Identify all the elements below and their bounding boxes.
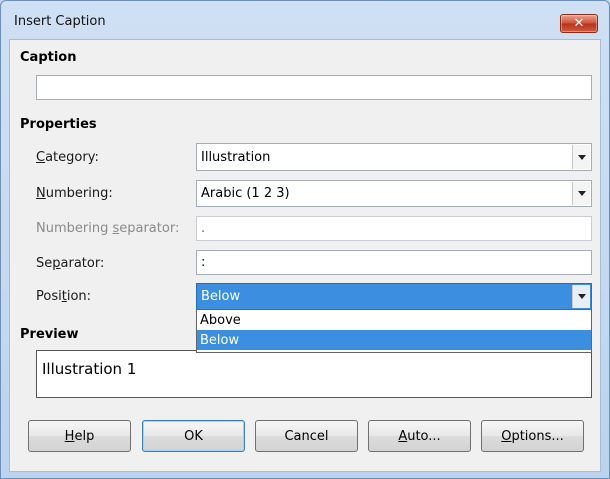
options-label-post: ptions... bbox=[511, 428, 564, 444]
numbering-separator-value: . bbox=[201, 221, 206, 236]
numbering-dropdown-button[interactable] bbox=[572, 182, 590, 205]
separator-label-key: p bbox=[52, 256, 61, 271]
chevron-down-icon bbox=[577, 294, 586, 299]
numbering-separator-label: Numbering separator: bbox=[36, 221, 179, 236]
ok-button[interactable]: OK bbox=[142, 420, 245, 452]
category-combo[interactable]: Illustration bbox=[196, 143, 592, 171]
category-label-post: ategory: bbox=[45, 150, 99, 165]
caption-heading: Caption bbox=[20, 50, 77, 65]
position-label-pre: Posi bbox=[36, 289, 62, 304]
preview-heading: Preview bbox=[20, 327, 79, 342]
cancel-button[interactable]: Cancel bbox=[255, 420, 358, 452]
numbering-label-key: N bbox=[36, 186, 46, 201]
position-option-above[interactable]: Above bbox=[197, 310, 591, 330]
chevron-down-icon bbox=[577, 191, 586, 196]
category-label: Category: bbox=[36, 150, 99, 165]
position-label: Position: bbox=[36, 289, 91, 304]
window-title: Insert Caption bbox=[14, 14, 106, 29]
numbering-label-post: umbering: bbox=[45, 186, 113, 201]
position-value: Below bbox=[201, 289, 241, 304]
help-label-key: H bbox=[64, 428, 75, 444]
position-dropdown-list: Above Below bbox=[196, 309, 592, 353]
position-combo[interactable]: Below bbox=[196, 283, 592, 310]
title-bar[interactable]: Insert Caption ✕ bbox=[1, 1, 609, 39]
separator-value: : bbox=[201, 255, 206, 270]
numbering-separator-input[interactable]: . bbox=[196, 216, 592, 241]
options-button[interactable]: Options... bbox=[481, 420, 584, 452]
position-label-post: ion: bbox=[66, 289, 92, 304]
dialog-body: Caption Properties Category: Illustratio… bbox=[9, 39, 601, 472]
ok-label: OK bbox=[184, 428, 203, 444]
numbering-separator-label-post: eparator: bbox=[119, 221, 180, 236]
close-button[interactable]: ✕ bbox=[560, 14, 598, 33]
auto-label-post: uto... bbox=[407, 428, 441, 444]
separator-label-pre: Se bbox=[36, 256, 53, 271]
separator-label: Separator: bbox=[36, 256, 104, 271]
category-value: Illustration bbox=[201, 149, 271, 165]
position-dropdown-button[interactable] bbox=[572, 285, 590, 308]
category-label-key: C bbox=[36, 150, 46, 165]
numbering-separator-label-pre: Numbering bbox=[36, 221, 113, 236]
numbering-label: Numbering: bbox=[36, 186, 113, 201]
preview-text: Illustration 1 bbox=[42, 360, 137, 378]
cancel-label: Cancel bbox=[284, 428, 329, 444]
help-label-post: elp bbox=[74, 428, 95, 444]
options-label-key: O bbox=[501, 428, 512, 444]
dialog-window: Insert Caption ✕ Caption Properties Cate… bbox=[0, 0, 610, 479]
separator-label-post: arator: bbox=[60, 256, 105, 271]
close-icon: ✕ bbox=[573, 16, 585, 31]
numbering-value: Arabic (1 2 3) bbox=[201, 186, 290, 201]
auto-button[interactable]: Auto... bbox=[368, 420, 471, 452]
numbering-combo[interactable]: Arabic (1 2 3) bbox=[196, 180, 592, 207]
chevron-down-icon bbox=[577, 154, 586, 160]
caption-input[interactable] bbox=[36, 75, 592, 100]
preview-box: Illustration 1 bbox=[36, 350, 592, 398]
position-option-below[interactable]: Below bbox=[197, 330, 591, 350]
properties-heading: Properties bbox=[20, 117, 97, 132]
category-dropdown-button[interactable] bbox=[572, 145, 590, 169]
auto-label-key: A bbox=[398, 428, 408, 444]
help-button[interactable]: Help bbox=[28, 420, 131, 452]
separator-input[interactable]: : bbox=[196, 250, 592, 275]
